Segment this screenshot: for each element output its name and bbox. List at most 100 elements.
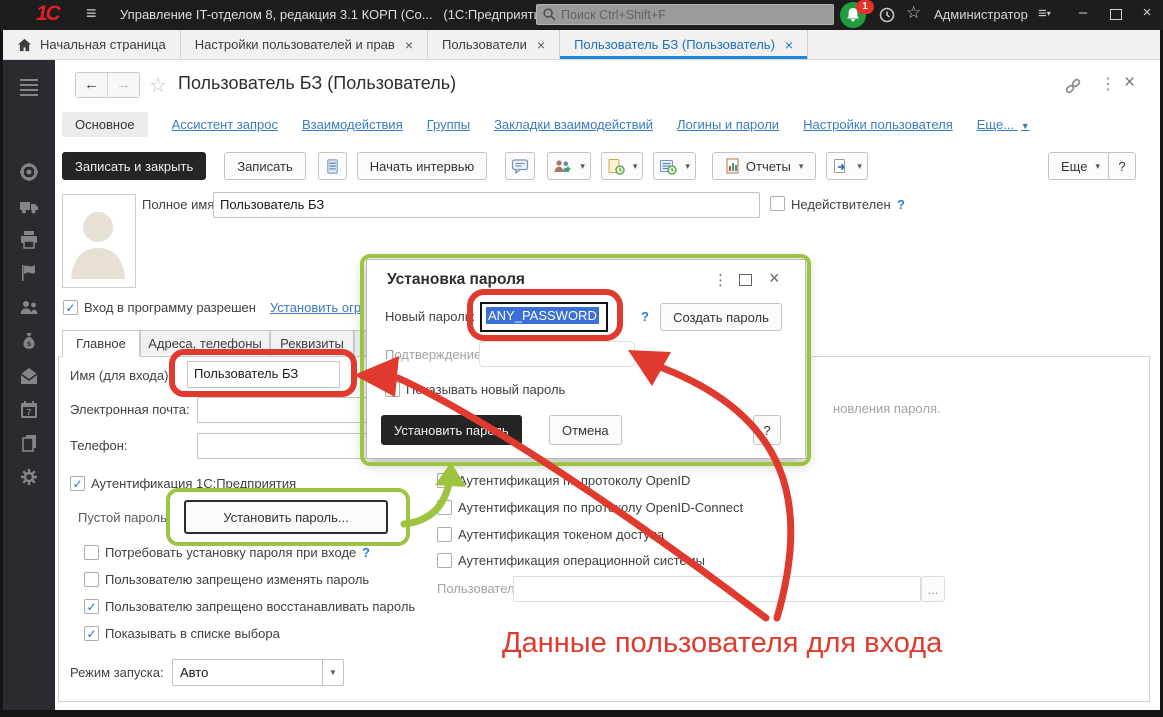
tab-users[interactable]: Пользователи×: [428, 30, 560, 59]
add-user-icon-button[interactable]: ▾: [547, 152, 591, 180]
favorites-star-icon[interactable]: ☆: [906, 3, 921, 23]
dialog-maximize-icon[interactable]: [739, 274, 752, 286]
nav-link-user-settings[interactable]: Настройки пользователя: [803, 117, 953, 132]
history-icon[interactable]: [878, 6, 896, 24]
auth-1c-checkbox[interactable]: [70, 476, 85, 491]
back-button[interactable]: ←: [76, 73, 108, 97]
form-more-button[interactable]: Еще▾: [1048, 152, 1113, 180]
os-user-picker-button[interactable]: ...: [921, 576, 945, 602]
empty-password-label: Пустой пароль: [78, 510, 167, 525]
select-dropdown-button[interactable]: ▼: [322, 660, 343, 685]
confirmation-input[interactable]: [479, 341, 635, 367]
nav-link-bookmarks[interactable]: Закладки взаимодействий: [494, 117, 653, 132]
close-tab-icon[interactable]: ×: [537, 37, 545, 53]
login-name-input[interactable]: Пользователь БЗ: [187, 361, 340, 388]
password-help-link[interactable]: ?: [641, 309, 649, 324]
sidebar-vehicles-icon[interactable]: [19, 196, 39, 216]
phone-input[interactable]: [197, 433, 377, 459]
list-history-icon-button[interactable]: ▾: [653, 152, 696, 180]
token-label: Аутентификация токеном доступа: [458, 527, 664, 542]
current-user[interactable]: Администратор: [934, 7, 1028, 22]
svg-text:s: s: [27, 339, 32, 348]
openid-checkbox[interactable]: [437, 473, 452, 488]
close-tab-icon[interactable]: ×: [785, 37, 793, 53]
full-name-label: Полное имя:: [142, 197, 218, 212]
sidebar-settings-icon[interactable]: [19, 467, 39, 487]
login-allowed-checkbox[interactable]: [63, 300, 78, 315]
set-restriction-link[interactable]: Установить огр: [270, 300, 361, 315]
openid-label: Аутентификация по протоколу OpenID: [458, 473, 690, 488]
openid-connect-label: Аутентификация по протоколу OpenID-Conne…: [458, 500, 743, 515]
openid-connect-checkbox[interactable]: [437, 500, 452, 515]
nav-link-interactions[interactable]: Взаимодействия: [302, 117, 403, 132]
dialog-close-icon[interactable]: ×: [769, 268, 780, 289]
inner-tab-addresses[interactable]: Адреса, телефоны: [140, 330, 270, 357]
dialog-set-password-button[interactable]: Установить пароль: [381, 415, 522, 445]
full-name-input[interactable]: Пользователь БЗ: [213, 192, 760, 218]
tab-home[interactable]: Начальная страница: [3, 30, 181, 59]
show-in-list-checkbox[interactable]: [84, 626, 99, 641]
set-password-button[interactable]: Установить пароль...: [184, 500, 388, 534]
forbid-recover-checkbox[interactable]: [84, 599, 99, 614]
generate-password-button[interactable]: Создать пароль: [660, 303, 782, 331]
start-interview-button[interactable]: Начать интервью: [357, 152, 488, 180]
invalid-help-link[interactable]: ?: [897, 197, 905, 212]
email-input[interactable]: [197, 397, 377, 423]
sidebar-documents-icon[interactable]: [19, 433, 39, 453]
forward-button[interactable]: →: [108, 73, 139, 97]
invalid-checkbox[interactable]: [770, 196, 785, 211]
sidebar-maps-icon[interactable]: [19, 263, 39, 283]
dialog-help-button[interactable]: ?: [753, 415, 781, 445]
sidebar-menu-icon[interactable]: [19, 76, 39, 96]
nav-link-logins[interactable]: Логины и пароли: [677, 117, 779, 132]
sidebar-services-icon[interactable]: [19, 162, 39, 182]
dialog-cancel-button[interactable]: Отмена: [549, 415, 622, 445]
favorite-star-icon[interactable]: ☆: [149, 73, 167, 98]
maximize-button[interactable]: [1110, 9, 1122, 20]
token-checkbox[interactable]: [437, 527, 452, 542]
new-password-input[interactable]: ANY_PASSWORD: [480, 302, 608, 332]
titlebar: 1С ≡ Управление IT-отделом 8, редакция 3…: [0, 0, 1163, 30]
nav-link-main[interactable]: Основное: [62, 112, 148, 137]
inner-tab-requisites[interactable]: Реквизиты: [270, 330, 354, 357]
tab-user-settings[interactable]: Настройки пользователей и прав×: [181, 30, 428, 59]
document-history-icon-button[interactable]: ▾: [601, 152, 644, 180]
save-button[interactable]: Записать: [224, 152, 306, 180]
send-icon-button[interactable]: ▾: [826, 152, 868, 180]
close-form-icon[interactable]: ×: [1124, 72, 1135, 94]
save-and-close-button[interactable]: Записать и закрыть: [62, 152, 206, 180]
close-tab-icon[interactable]: ×: [405, 37, 413, 53]
dialog-more-icon[interactable]: ⋮: [713, 271, 728, 289]
nav-link-assistant[interactable]: Ассистент запрос: [172, 117, 278, 132]
nav-link-groups[interactable]: Группы: [427, 117, 470, 132]
main-menu-icon[interactable]: ≡: [86, 3, 97, 24]
forbid-change-checkbox[interactable]: [84, 572, 99, 587]
sidebar-finance-icon[interactable]: s: [19, 332, 39, 352]
nav-link-more[interactable]: Еще... ▼: [977, 117, 1030, 132]
sidebar-print-icon[interactable]: [19, 230, 39, 250]
close-window-button[interactable]: ×: [1136, 4, 1158, 21]
annotation-caption: Данные пользователя для входа: [502, 627, 942, 660]
dialog-title: Установка пароля: [387, 271, 525, 289]
inner-tab-main[interactable]: Главное: [62, 330, 140, 357]
show-password-checkbox[interactable]: [385, 382, 400, 397]
os-auth-checkbox[interactable]: [437, 553, 452, 568]
database-icon-button[interactable]: [318, 152, 347, 180]
tab-user-bz[interactable]: Пользователь БЗ (Пользователь)×: [560, 30, 808, 59]
sidebar-mail-icon[interactable]: [19, 366, 39, 386]
minimize-button[interactable]: –: [1072, 4, 1094, 21]
require-password-checkbox[interactable]: [84, 545, 99, 560]
form-help-button[interactable]: ?: [1108, 152, 1136, 180]
service-menu-icon[interactable]: ≡▾: [1038, 5, 1051, 22]
launch-mode-select[interactable]: Авто ▼: [172, 659, 344, 686]
reports-button[interactable]: Отчеты ▾: [712, 152, 816, 180]
os-user-input[interactable]: [513, 576, 921, 602]
get-link-icon[interactable]: [1064, 77, 1082, 95]
user-avatar[interactable]: [62, 194, 136, 288]
global-search-input[interactable]: Поиск Ctrl+Shift+F: [536, 4, 834, 25]
require-password-help-link[interactable]: ?: [362, 545, 370, 560]
sidebar-calendar-icon[interactable]: 7: [19, 400, 39, 420]
more-menu-icon[interactable]: ⋮: [1100, 74, 1116, 94]
sidebar-employees-icon[interactable]: [19, 298, 39, 318]
message-icon-button[interactable]: [505, 152, 535, 180]
